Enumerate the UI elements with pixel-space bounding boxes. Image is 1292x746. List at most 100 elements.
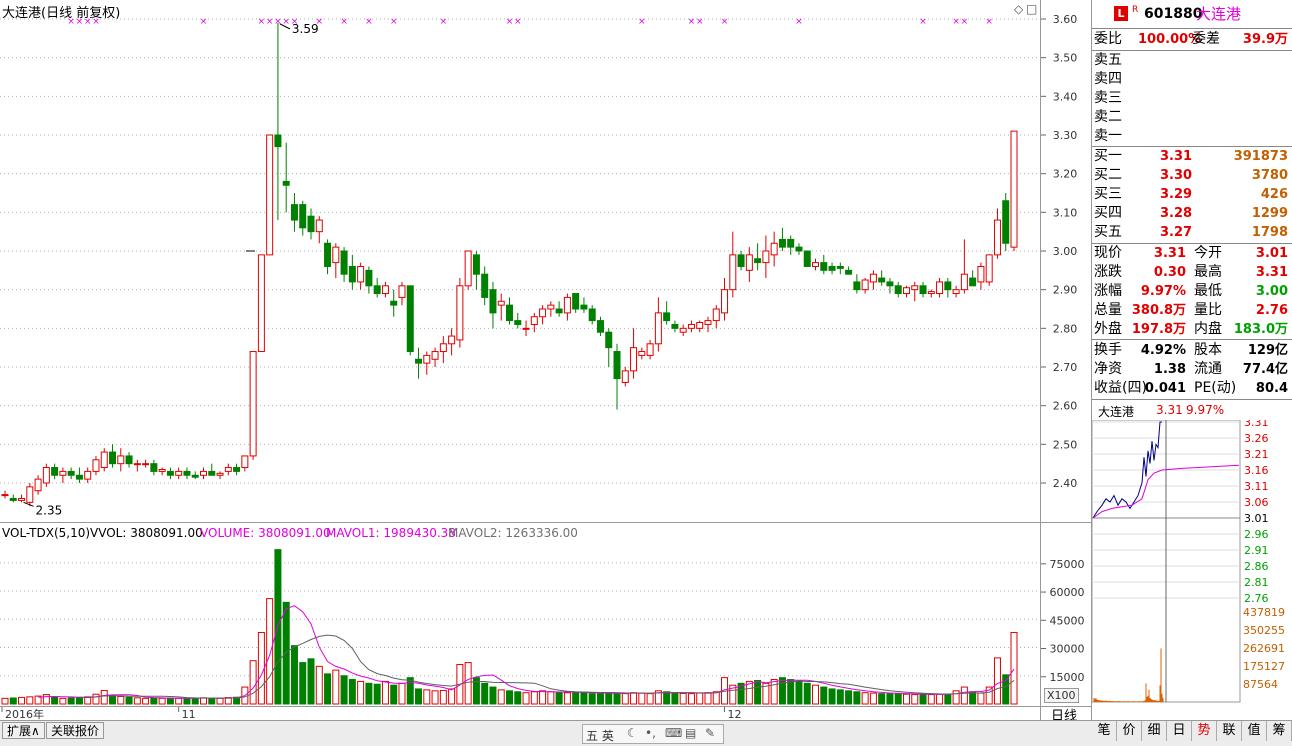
candle-body[interactable] [547, 304, 555, 310]
volume-bar[interactable] [588, 693, 596, 705]
volume-bar[interactable] [605, 692, 613, 705]
volume-bar[interactable] [9, 697, 17, 705]
ime-toolbar[interactable]: 五 英 ☾ •, ⌨ ▤ ✎ [582, 724, 724, 744]
event-marker[interactable]: × [67, 17, 75, 27]
volume-bar[interactable] [596, 693, 604, 705]
candle-body[interactable] [952, 289, 960, 295]
keyboard-icon[interactable]: ⌨ [665, 726, 682, 740]
candle-body[interactable] [216, 472, 224, 476]
volume-bar[interactable] [332, 669, 340, 705]
volume-bar[interactable] [208, 697, 216, 705]
right-tab-4[interactable]: 势 [1192, 721, 1217, 741]
right-tab-1[interactable]: 价 [1117, 721, 1142, 741]
candle-body[interactable] [406, 285, 414, 353]
volume-bar[interactable] [357, 680, 365, 705]
candle-body[interactable] [423, 354, 431, 364]
candle-body[interactable] [894, 285, 902, 295]
candle-body[interactable] [233, 467, 241, 472]
volume-bar[interactable] [712, 691, 720, 705]
candle-body[interactable] [596, 320, 604, 333]
candle-body[interactable] [208, 470, 216, 476]
event-marker[interactable]: × [440, 17, 448, 27]
wrench-icon[interactable]: ✎ [705, 726, 715, 740]
candle-body[interactable] [522, 327, 530, 330]
volume-bar[interactable] [191, 697, 199, 705]
volume-bar[interactable] [886, 693, 894, 705]
candle-body[interactable] [836, 265, 844, 269]
candle-body[interactable] [927, 291, 935, 295]
volume-bar[interactable] [26, 696, 34, 705]
candle-body[interactable] [26, 486, 34, 503]
volume-bar[interactable] [1002, 674, 1010, 705]
volume-bar[interactable] [869, 692, 877, 705]
tab-related-quotes[interactable]: 关联报价 [46, 722, 105, 739]
candle-body[interactable] [1010, 130, 1018, 248]
right-tab-6[interactable]: 值 [1242, 721, 1267, 741]
event-marker[interactable]: × [506, 17, 514, 27]
candle-body[interactable] [415, 358, 423, 364]
candle-body[interactable] [745, 254, 753, 271]
volume-bar[interactable] [902, 693, 910, 705]
volume-bar[interactable] [861, 692, 869, 705]
volume-bar[interactable] [365, 682, 373, 705]
volume-bar[interactable] [381, 680, 389, 705]
volume-bar[interactable] [423, 689, 431, 705]
candle-body[interactable] [729, 254, 737, 291]
volume-bar[interactable] [18, 696, 26, 705]
event-marker[interactable]: × [514, 17, 522, 27]
candle-body[interactable] [985, 254, 993, 283]
volume-bar[interactable] [563, 692, 571, 705]
volume-bar[interactable] [621, 693, 629, 705]
volume-bar[interactable] [299, 662, 307, 705]
volume-bar[interactable] [142, 697, 150, 705]
candle-body[interactable] [158, 468, 166, 472]
dot-icon[interactable]: •, [645, 726, 656, 740]
candle-body[interactable] [100, 451, 108, 469]
event-marker[interactable]: × [688, 17, 696, 27]
candle-body[interactable] [646, 343, 654, 356]
candle-body[interactable] [621, 370, 629, 383]
volume-bar[interactable] [580, 692, 588, 705]
candle-body[interactable] [737, 254, 745, 267]
candle-body[interactable] [919, 285, 927, 295]
volume-bar[interactable] [390, 684, 398, 705]
volume-bar[interactable] [406, 677, 414, 705]
volume-bar[interactable] [100, 689, 108, 705]
candle-body[interactable] [588, 308, 596, 322]
badge-l-icon[interactable]: L [1114, 6, 1128, 21]
candle-body[interactable] [481, 273, 489, 298]
event-marker[interactable]: × [84, 17, 92, 27]
volume-bar[interactable] [109, 695, 117, 705]
event-marker[interactable]: × [76, 17, 84, 27]
volume-bar[interactable] [117, 695, 125, 705]
volume-bar[interactable] [175, 697, 183, 705]
volume-bar[interactable] [530, 691, 538, 705]
candle-body[interactable] [572, 293, 580, 310]
candle-body[interactable] [506, 304, 513, 322]
volume-bar[interactable] [960, 686, 968, 705]
volume-bar[interactable] [572, 691, 580, 705]
candle-body[interactable] [878, 277, 886, 283]
candle-body[interactable] [381, 285, 389, 295]
volume-bar[interactable] [51, 696, 59, 705]
volume-bar[interactable] [464, 662, 472, 705]
candle-body[interactable] [365, 269, 373, 287]
candlestick-chart[interactable]: × × × × × × × × × × × × × × × × × × × × × × × × × ×3.592.35 [0, 0, 1040, 522]
candle-body[interactable] [315, 219, 323, 233]
candle-body[interactable] [721, 289, 729, 314]
candle-body[interactable] [993, 219, 1001, 256]
event-marker[interactable]: × [919, 17, 927, 27]
volume-bar[interactable] [638, 692, 646, 705]
volume-bar[interactable] [324, 673, 332, 705]
event-marker[interactable]: × [795, 17, 803, 27]
candle-body[interactable] [902, 287, 910, 295]
volume-bar[interactable] [853, 691, 861, 705]
volume-bar[interactable] [315, 665, 323, 705]
candle-body[interactable] [845, 269, 853, 275]
volume-bar[interactable] [125, 696, 133, 705]
candle-body[interactable] [42, 467, 50, 484]
event-marker[interactable]: × [961, 17, 969, 27]
mini-intraday-chart[interactable]: 3.31 3.26 3.21 3.16 3.11 3.06 3.01 2.96 2.91 2.86… [1092, 420, 1292, 720]
candle-body[interactable] [448, 335, 456, 345]
candle-body[interactable] [224, 467, 232, 472]
